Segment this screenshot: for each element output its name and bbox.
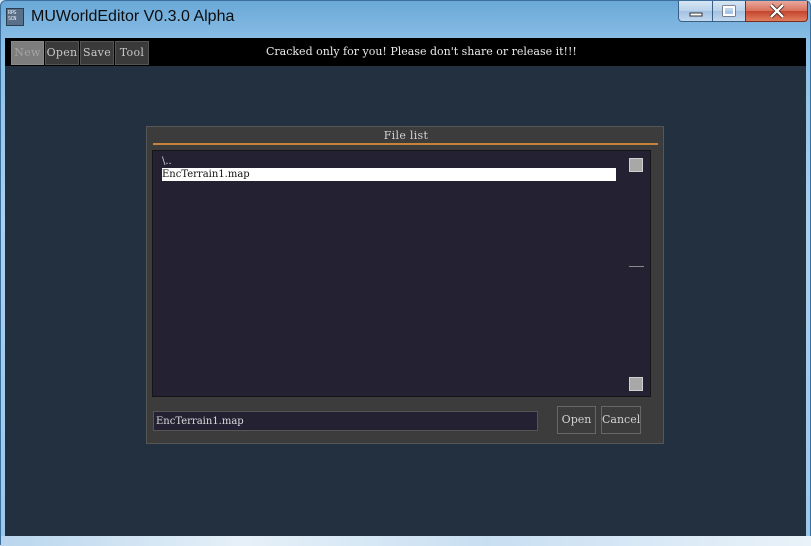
maximize-icon [722, 5, 736, 17]
menu-bar: New Open Save Tool Cracked only for you!… [5, 38, 806, 66]
menu-tool-button[interactable]: Tool [115, 41, 149, 65]
filename-input[interactable] [153, 411, 538, 431]
dialog-title-divider [153, 143, 658, 145]
list-item-parent-dir[interactable]: \.. [162, 155, 616, 168]
menu-open-button[interactable]: Open [45, 41, 79, 65]
scroll-up-button[interactable] [629, 158, 643, 172]
minimize-button[interactable] [678, 1, 713, 22]
file-list[interactable]: \.. EncTerrain1.map [152, 150, 651, 397]
close-icon [769, 3, 784, 19]
list-item-file[interactable]: EncTerrain1.map [162, 168, 616, 181]
app-icon-text: RPG SCN [8, 10, 17, 22]
minimize-icon [689, 12, 702, 17]
open-button[interactable]: Open [557, 406, 596, 434]
banner-text: Cracked only for you! Please don't share… [266, 45, 577, 58]
maximize-button[interactable] [712, 1, 746, 22]
app-icon[interactable]: RPG SCN [6, 8, 24, 26]
menu-save-button[interactable]: Save [80, 41, 114, 65]
scrollbar-thumb[interactable] [629, 266, 644, 267]
scroll-down-button[interactable] [629, 377, 643, 391]
editor-client-area: New Open Save Tool Cracked only for you!… [5, 38, 806, 536]
close-button[interactable] [745, 1, 808, 22]
window-title: MUWorldEditor V0.3.0 Alpha [31, 8, 235, 25]
cancel-button[interactable]: Cancel [601, 406, 641, 434]
menu-new-button[interactable]: New [11, 41, 44, 65]
dialog-title: File list [383, 129, 429, 142]
file-list-dialog: File list \.. EncTerrain1.map Open Cance… [146, 126, 664, 444]
app-window: RPG SCN MUWorldEditor V0.3.0 Alpha New O… [0, 0, 811, 546]
title-bar[interactable]: RPG SCN MUWorldEditor V0.3.0 Alpha [1, 1, 811, 35]
